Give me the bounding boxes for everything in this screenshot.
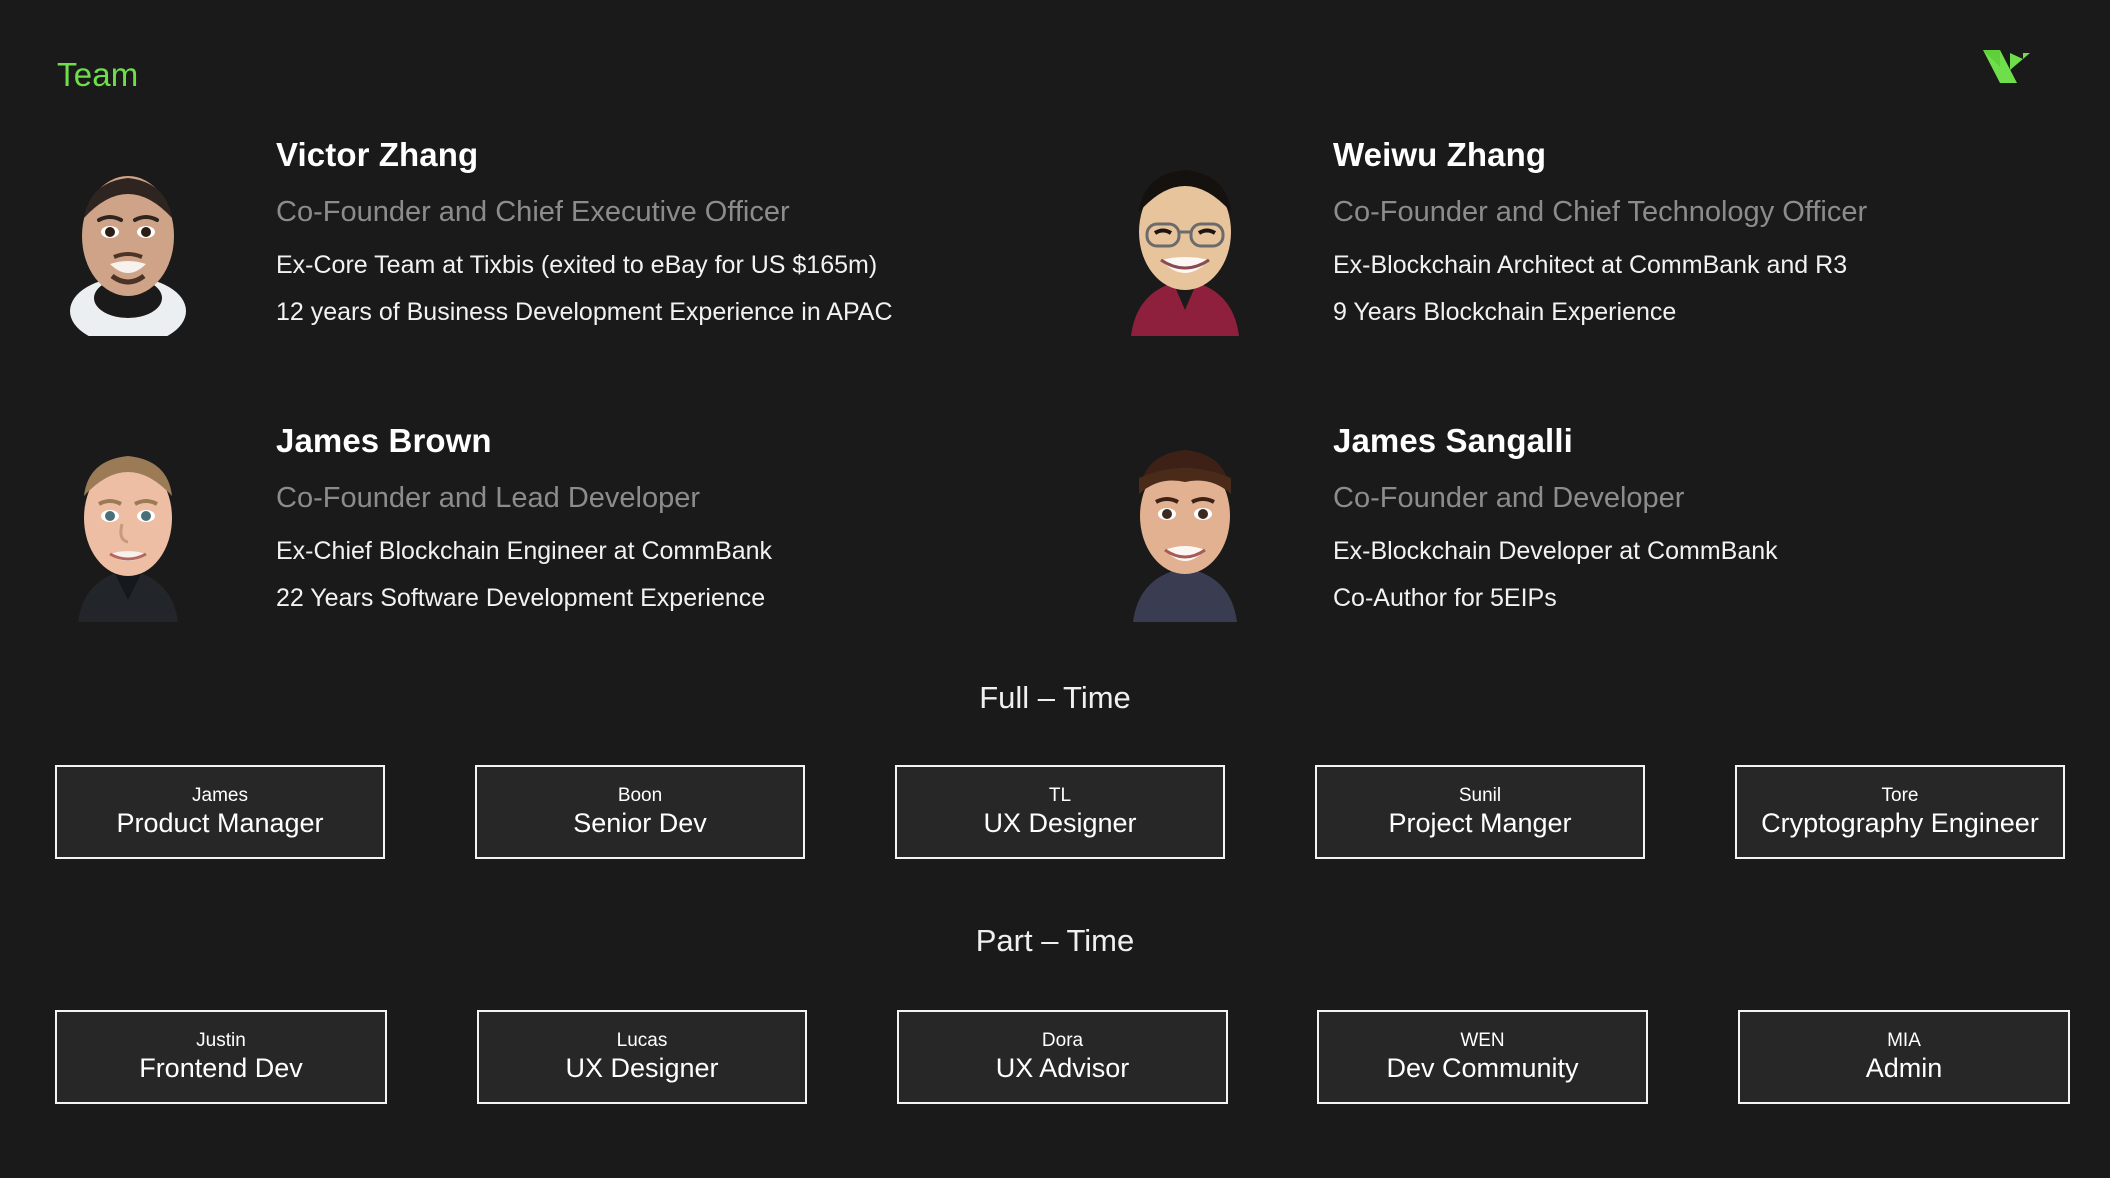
part-time-heading: Part – Time [975, 923, 1135, 958]
founder-info: James Brown Co-Founder and Lead Develope… [276, 408, 1016, 611]
james-brown-portrait [58, 422, 198, 622]
staff-box[interactable]: Justin Frontend Dev [55, 1010, 387, 1104]
staff-box[interactable]: Dora UX Advisor [897, 1010, 1228, 1104]
founder-name: Weiwu Zhang [1333, 136, 1547, 173]
founder-fact: Ex-Core Team at Tixbis (exited to eBay f… [276, 251, 878, 279]
slide-header: Team [0, 0, 2110, 120]
staff-role: UX Advisor [995, 1053, 1130, 1084]
staff-role: Senior Dev [573, 808, 707, 839]
james-sangalli-portrait [1115, 422, 1255, 622]
founder-fact: Co-Author for 5EIPs [1333, 584, 1557, 612]
founder-fact: Ex-Chief Blockchain Engineer at CommBank [276, 537, 773, 565]
staff-box[interactable]: Boon Senior Dev [475, 765, 805, 859]
victor-zhang-portrait [58, 136, 198, 336]
founder-name: James Brown [276, 422, 492, 459]
full-time-staff-row: James Product Manager Boon Senior Dev TL… [0, 765, 2110, 865]
weiwu-zhang-portrait [1115, 136, 1255, 336]
staff-role: Product Manager [116, 808, 324, 839]
founder-role: Co-Founder and Chief Executive Officer [276, 196, 790, 228]
staff-name: TL [1048, 784, 1072, 806]
staff-name: Tore [1881, 784, 1919, 806]
founder-info: James Sangalli Co-Founder and Developer … [1333, 408, 2073, 611]
founder-info: Victor Zhang Co-Founder and Chief Execut… [276, 122, 1016, 325]
staff-name: Sunil [1458, 784, 1502, 806]
staff-role: UX Designer [565, 1053, 719, 1084]
staff-box[interactable]: Tore Cryptography Engineer [1735, 765, 2065, 859]
founder-card-james-brown: James Brown Co-Founder and Lead Develope… [58, 408, 1018, 670]
staff-box[interactable]: Sunil Project Manger [1315, 765, 1645, 859]
founder-fact: 12 years of Business Development Experie… [276, 298, 893, 326]
staff-name: MIA [1887, 1029, 1921, 1051]
founder-card-weiwu-zhang: Weiwu Zhang Co-Founder and Chief Technol… [1115, 122, 2075, 384]
founders-grid: Victor Zhang Co-Founder and Chief Execut… [0, 112, 2110, 652]
origami-bird-logo [1974, 36, 2036, 94]
page-title: Team [57, 56, 139, 93]
staff-name: Boon [617, 784, 663, 806]
staff-box[interactable]: James Product Manager [55, 765, 385, 859]
staff-role: Frontend Dev [139, 1053, 303, 1084]
staff-name: WEN [1460, 1029, 1505, 1051]
founder-fact: Ex-Blockchain Architect at CommBank and … [1333, 251, 1848, 279]
full-time-heading: Full – Time [979, 680, 1131, 715]
staff-role: UX Designer [983, 808, 1137, 839]
staff-role: Project Manger [1388, 808, 1572, 839]
staff-role: Cryptography Engineer [1761, 808, 2039, 839]
founder-name: James Sangalli [1333, 422, 1573, 459]
founder-role: Co-Founder and Developer [1333, 482, 1685, 514]
staff-name: Lucas [616, 1029, 668, 1051]
staff-name: Dora [1041, 1029, 1084, 1051]
staff-role: Admin [1865, 1053, 1943, 1084]
staff-box[interactable]: Lucas UX Designer [477, 1010, 807, 1104]
founder-fact: Ex-Blockchain Developer at CommBank [1333, 537, 1778, 565]
staff-role: Dev Community [1386, 1053, 1579, 1084]
founder-fact: 22 Years Software Development Experience [276, 584, 766, 612]
staff-box[interactable]: WEN Dev Community [1317, 1010, 1648, 1104]
founder-role: Co-Founder and Chief Technology Officer [1333, 196, 1868, 228]
staff-box[interactable]: TL UX Designer [895, 765, 1225, 859]
founder-name: Victor Zhang [276, 136, 479, 173]
founder-info: Weiwu Zhang Co-Founder and Chief Technol… [1333, 122, 2073, 325]
founder-card-james-sangalli: James Sangalli Co-Founder and Developer … [1115, 408, 2075, 670]
staff-name: James [192, 784, 248, 806]
founder-card-victor-zhang: Victor Zhang Co-Founder and Chief Execut… [58, 122, 1018, 384]
staff-name: Justin [196, 1029, 246, 1051]
founder-fact: 9 Years Blockchain Experience [1333, 298, 1677, 326]
part-time-staff-row: Justin Frontend Dev Lucas UX Designer Do… [0, 1010, 2110, 1110]
staff-box[interactable]: MIA Admin [1738, 1010, 2070, 1104]
founder-role: Co-Founder and Lead Developer [276, 482, 700, 514]
